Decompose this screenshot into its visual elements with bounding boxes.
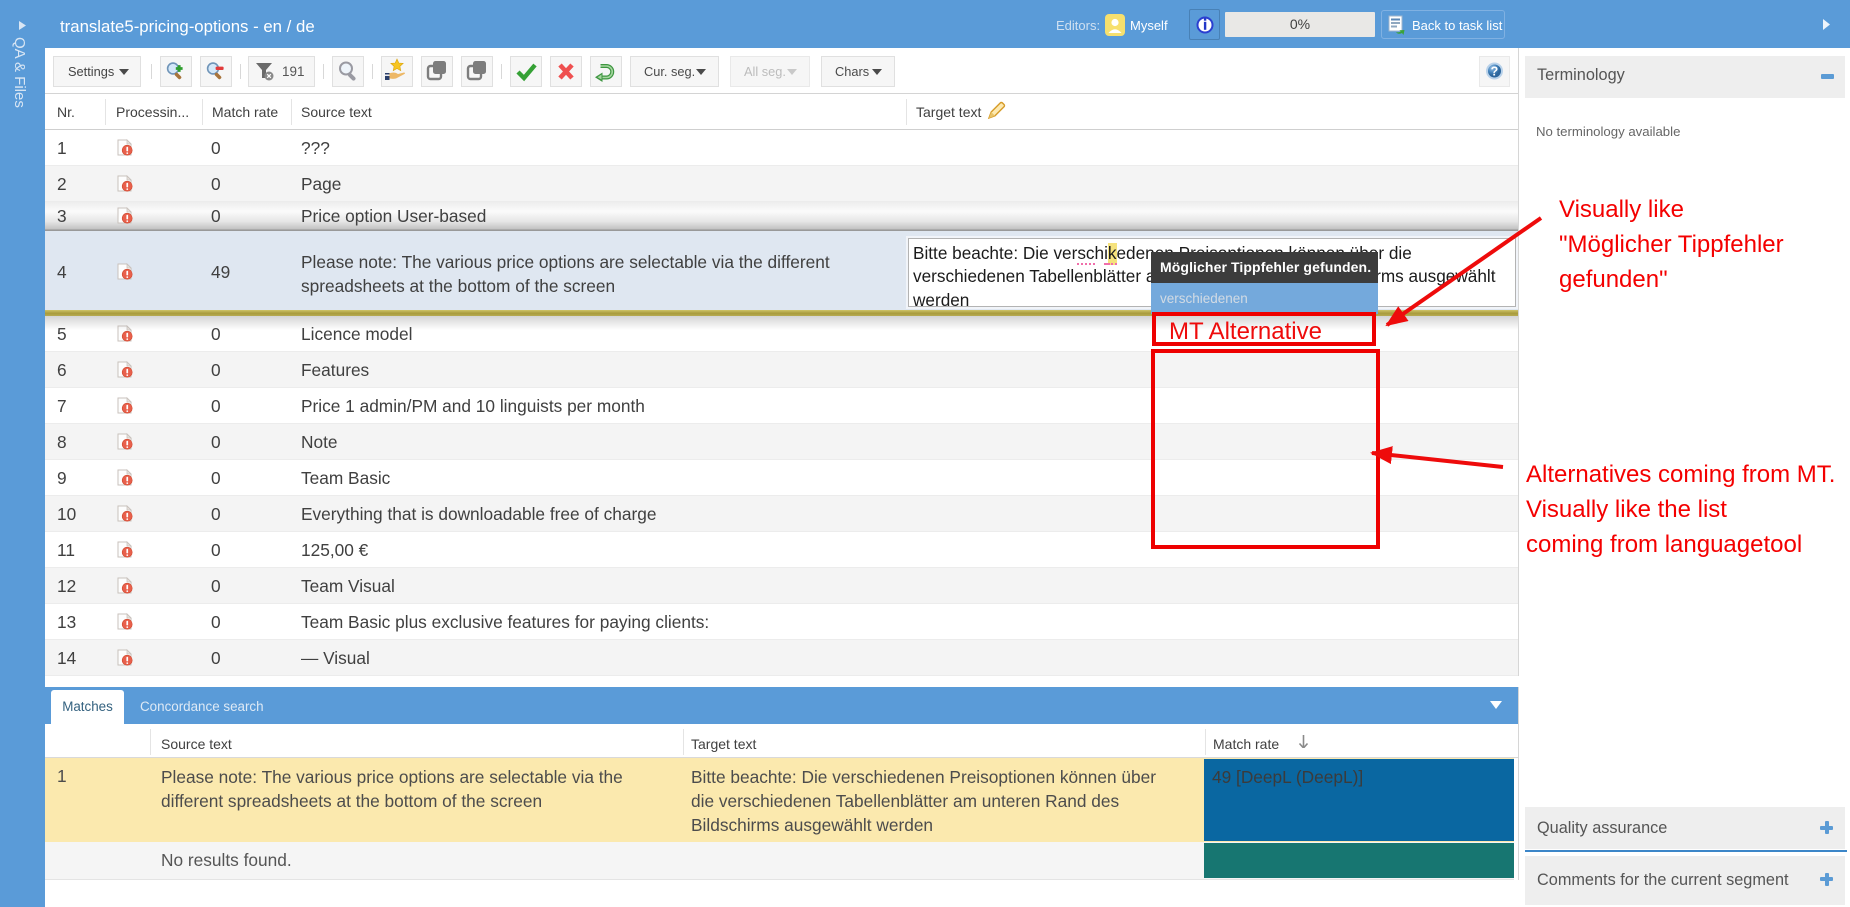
svg-text:?: ? (1491, 65, 1499, 79)
